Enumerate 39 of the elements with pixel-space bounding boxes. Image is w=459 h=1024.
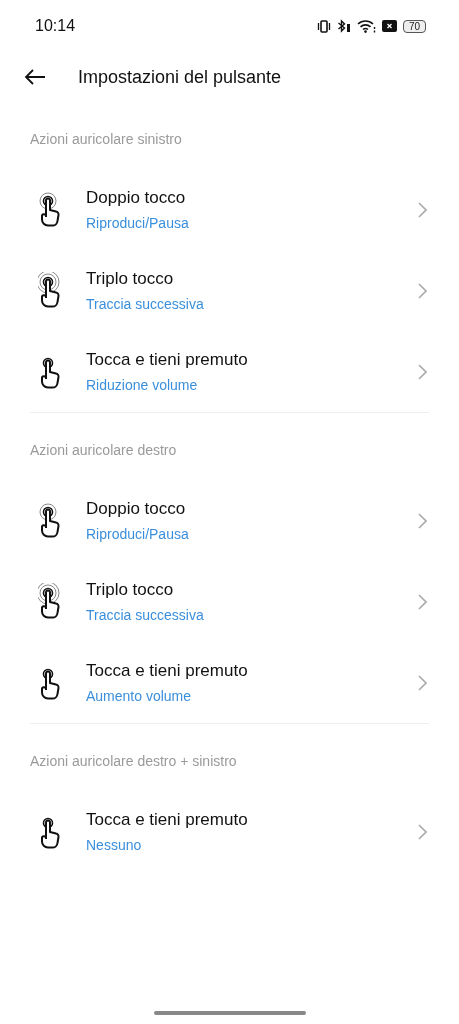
setting-value: Riproduci/Pausa <box>86 215 190 231</box>
setting-value: Aumento volume <box>86 688 193 704</box>
setting-row[interactable]: Triplo tocco Traccia successiva <box>30 561 429 642</box>
chevron-icon <box>418 593 427 610</box>
vibrate-icon <box>316 19 331 33</box>
chevron-icon <box>418 282 427 299</box>
section-heading: Azioni auricolare sinistro <box>30 130 183 149</box>
no-sim-icon <box>381 20 397 32</box>
setting-row[interactable]: Triplo tocco Traccia successiva <box>30 250 429 331</box>
chevron-icon <box>418 201 427 218</box>
setting-label: Triplo tocco <box>86 269 175 289</box>
page-title: Impostazioni del pulsante <box>78 66 282 88</box>
chevron-icon <box>418 512 427 529</box>
setting-row[interactable]: Doppio tocco Riproduci/Pausa <box>30 169 429 250</box>
bluetooth-icon <box>336 19 351 33</box>
chevron-icon <box>418 823 427 840</box>
setting-value: Traccia successiva <box>86 296 205 312</box>
setting-row[interactable]: Tocca e tieni premuto Aumento volume <box>30 642 429 723</box>
setting-row[interactable]: Doppio tocco Riproduci/Pausa <box>30 480 429 561</box>
chevron-icon <box>418 674 427 691</box>
setting-value: Traccia successiva <box>86 607 205 623</box>
setting-label: Triplo tocco <box>86 580 175 600</box>
setting-label: Doppio tocco <box>86 188 187 208</box>
section-heading: Azioni auricolare destro <box>30 441 178 460</box>
setting-label: Tocca e tieni premuto <box>86 350 249 370</box>
back-button[interactable] <box>22 67 48 87</box>
section-heading: Azioni auricolare destro + sinistro <box>30 752 238 771</box>
battery-indicator: 70 <box>402 19 426 33</box>
setting-label: Tocca e tieni premuto <box>86 810 249 830</box>
setting-row[interactable]: Tocca e tieni premuto Nessuno <box>30 791 429 872</box>
setting-value: Nessuno <box>86 837 143 853</box>
status-time: 10:14 <box>35 17 76 35</box>
setting-value: Riproduci/Pausa <box>86 526 190 542</box>
setting-value: Riduzione volume <box>86 377 199 393</box>
setting-label: Tocca e tieni premuto <box>86 661 249 681</box>
setting-label: Doppio tocco <box>86 499 187 519</box>
wifi-icon <box>356 19 376 33</box>
chevron-icon <box>418 363 427 380</box>
setting-row[interactable]: Tocca e tieni premuto Riduzione volume <box>30 331 429 412</box>
